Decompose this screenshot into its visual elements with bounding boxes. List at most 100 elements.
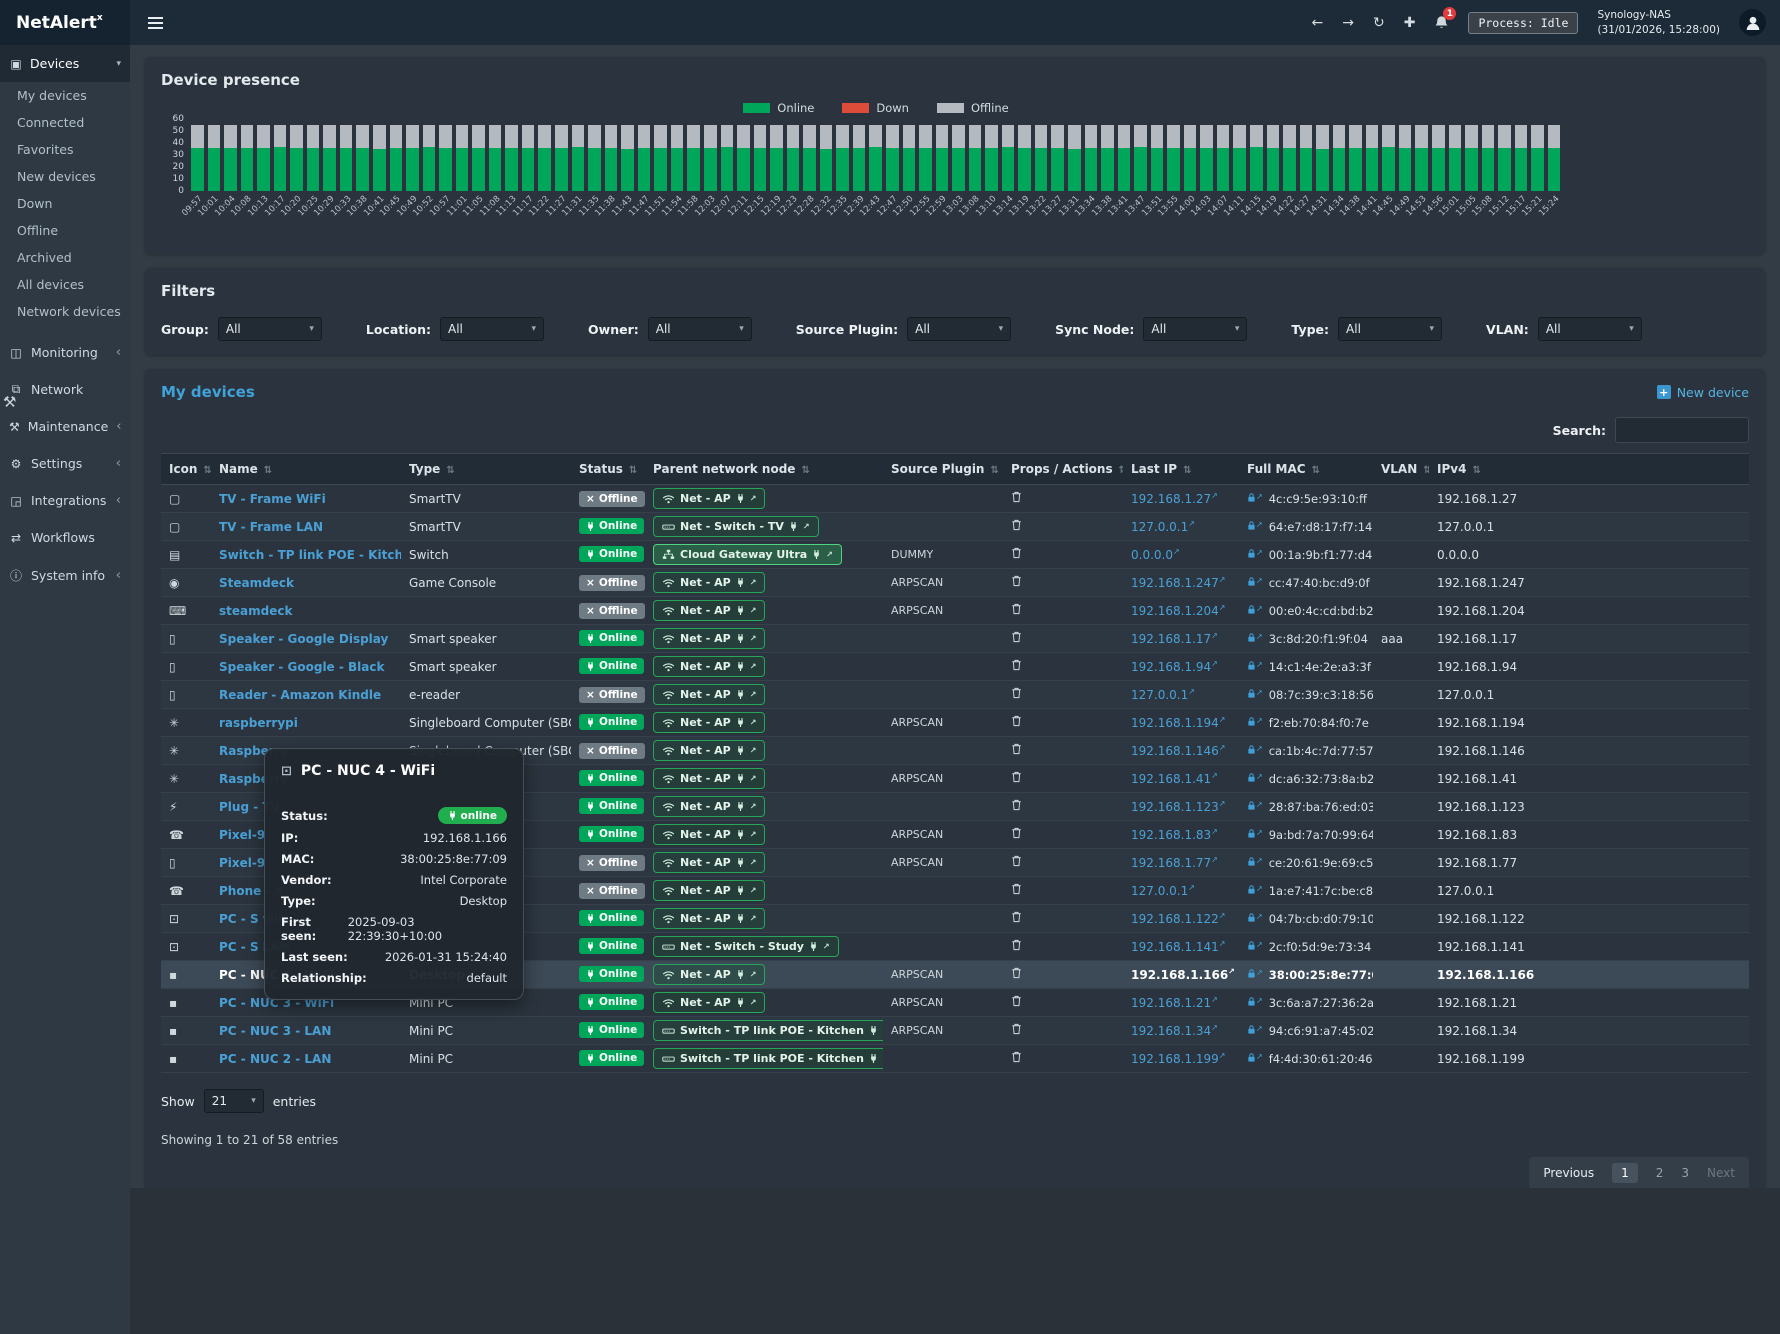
chart-bar[interactable] <box>1399 119 1412 191</box>
device-row[interactable]: ▢ TV - Frame LAN SmartTV Online Net - Sw… <box>161 513 1749 541</box>
chart-bar[interactable] <box>1250 119 1263 191</box>
chart-bar[interactable] <box>853 119 866 191</box>
column-header-icon[interactable]: Icon⇅ <box>161 454 211 485</box>
device-name-link[interactable]: Speaker - Google - Black <box>219 660 385 674</box>
chart-bar[interactable] <box>1068 119 1081 191</box>
pagination-next[interactable]: Next <box>1707 1166 1735 1180</box>
pagination-previous[interactable]: Previous <box>1543 1166 1594 1180</box>
device-row[interactable]: ▪ PC - NUC 3 - LAN Mini PC Online Switch… <box>161 1017 1749 1045</box>
lock-icon[interactable]: ↗ <box>1247 632 1263 643</box>
sidebar-item-offline[interactable]: Offline <box>0 217 130 244</box>
lock-icon[interactable]: ↗ <box>1247 716 1263 727</box>
chart-bar[interactable] <box>1415 119 1428 191</box>
lock-icon[interactable]: ↗ <box>1247 856 1263 867</box>
device-name-link[interactable]: PC - NUC 2 - LAN <box>219 1052 331 1066</box>
delete-device-icon[interactable] <box>1011 883 1022 895</box>
chart-bar[interactable] <box>1002 119 1015 191</box>
delete-device-icon[interactable] <box>1011 603 1022 615</box>
last-ip-link[interactable]: 192.168.1.166↗ <box>1131 968 1235 982</box>
sidebar-item-workflows[interactable]: ⇄ Workflows <box>0 519 130 556</box>
delete-device-icon[interactable] <box>1011 519 1022 531</box>
pagination-page-2[interactable]: 2 <box>1656 1166 1664 1180</box>
last-ip-link[interactable]: 127.0.0.1↗ <box>1131 688 1195 702</box>
chart-bar[interactable] <box>1316 119 1329 191</box>
chart-bar[interactable] <box>191 119 204 191</box>
sidebar-item-devices[interactable]: ▣ Devices ▾ <box>0 45 130 82</box>
chart-bar[interactable] <box>638 119 651 191</box>
pagination-page-3[interactable]: 3 <box>1681 1166 1689 1180</box>
column-header-status[interactable]: Status⇅ <box>571 454 645 485</box>
column-header-full-mac[interactable]: Full MAC⇅ <box>1239 454 1373 485</box>
chart-bar[interactable] <box>1217 119 1230 191</box>
parent-node-button[interactable]: Net - AP ↗ <box>653 880 765 900</box>
lock-icon[interactable]: ↗ <box>1247 548 1263 559</box>
chart-bar[interactable] <box>356 119 369 191</box>
chart-bar[interactable] <box>1300 119 1313 191</box>
chart-bar[interactable] <box>985 119 998 191</box>
chart-bar[interactable] <box>1349 119 1362 191</box>
nav-forward-icon[interactable]: → <box>1342 15 1354 31</box>
app-logo[interactable]: NetAlertx <box>0 0 130 45</box>
delete-device-icon[interactable] <box>1011 1051 1022 1063</box>
chart-bar[interactable] <box>1018 119 1031 191</box>
last-ip-link[interactable]: 192.168.1.146↗ <box>1131 744 1226 758</box>
chart-bar[interactable] <box>307 119 320 191</box>
chart-bar[interactable] <box>1333 119 1346 191</box>
lock-icon[interactable]: ↗ <box>1247 604 1263 615</box>
parent-node-button[interactable]: Net - AP ↗ <box>653 964 765 984</box>
device-row[interactable]: ▢ TV - Frame WiFi SmartTV ×Offline Net -… <box>161 485 1749 513</box>
delete-device-icon[interactable] <box>1011 799 1022 811</box>
column-header-props-actions[interactable]: Props / Actions⇅ <box>1003 454 1123 485</box>
sidebar-item-system-info[interactable]: ⓘ System info ‹ <box>0 556 130 595</box>
chart-bar[interactable] <box>572 119 585 191</box>
device-name-link[interactable]: Switch - TP link POE - Kitchen <box>219 548 401 562</box>
device-row[interactable]: ◉ Steamdeck Game Console ×Offline Net - … <box>161 569 1749 597</box>
chart-bar[interactable] <box>787 119 800 191</box>
last-ip-link[interactable]: 192.168.1.199↗ <box>1131 1052 1226 1066</box>
lock-icon[interactable]: ↗ <box>1247 520 1263 531</box>
delete-device-icon[interactable] <box>1011 547 1022 559</box>
delete-device-icon[interactable] <box>1011 827 1022 839</box>
last-ip-link[interactable]: 192.168.1.204↗ <box>1131 604 1226 618</box>
chart-bar[interactable] <box>869 119 882 191</box>
chart-bar[interactable] <box>1051 119 1064 191</box>
chart-bar[interactable] <box>969 119 982 191</box>
delete-device-icon[interactable] <box>1011 911 1022 923</box>
chart-bar[interactable] <box>522 119 535 191</box>
parent-node-button[interactable]: Cloud Gateway Ultra ↗ <box>653 544 842 564</box>
chart-bar[interactable] <box>1498 119 1511 191</box>
chart-bar[interactable] <box>1151 119 1164 191</box>
last-ip-link[interactable]: 192.168.1.123↗ <box>1131 800 1226 814</box>
delete-device-icon[interactable] <box>1011 659 1022 671</box>
chart-bar[interactable] <box>836 119 849 191</box>
chart-bar[interactable] <box>1432 119 1445 191</box>
sidebar-item-monitoring[interactable]: ◫ Monitoring ‹ <box>0 334 130 371</box>
chart-bar[interactable] <box>721 119 734 191</box>
parent-node-button[interactable]: Net - AP ↗ <box>653 992 765 1012</box>
parent-node-button[interactable]: Net - Switch - TV ↗ <box>653 516 819 536</box>
chart-bar[interactable] <box>439 119 452 191</box>
notifications-bell-icon[interactable]: 1 <box>1434 15 1449 30</box>
column-header-vlan[interactable]: VLAN⇅ <box>1373 454 1429 485</box>
sidebar-item-archived[interactable]: Archived <box>0 244 130 271</box>
last-ip-link[interactable]: 192.168.1.141↗ <box>1131 940 1226 954</box>
delete-device-icon[interactable] <box>1011 491 1022 503</box>
sidebar-item-my-devices[interactable]: My devices <box>0 82 130 109</box>
avatar[interactable] <box>1739 9 1766 36</box>
sidebar-item-new-devices[interactable]: New devices <box>0 163 130 190</box>
chart-bar[interactable] <box>605 119 618 191</box>
parent-node-button[interactable]: Net - AP ↗ <box>653 852 765 872</box>
last-ip-link[interactable]: 192.168.1.34↗ <box>1131 1024 1218 1038</box>
parent-node-button[interactable]: Net - AP ↗ <box>653 656 765 676</box>
chart-bar[interactable] <box>472 119 485 191</box>
lock-icon[interactable]: ↗ <box>1247 800 1263 811</box>
device-name-link[interactable]: TV - Frame LAN <box>219 520 323 534</box>
device-name-link[interactable]: Pixel-9 <box>219 828 265 842</box>
floating-wrench-icon[interactable]: ⚒ <box>3 393 16 411</box>
search-input[interactable] <box>1615 417 1749 443</box>
chart-bar[interactable] <box>257 119 270 191</box>
last-ip-link[interactable]: 192.168.1.247↗ <box>1131 576 1226 590</box>
filter-select-location[interactable]: All ▾ <box>440 317 544 341</box>
chart-bar[interactable] <box>952 119 965 191</box>
lock-icon[interactable]: ↗ <box>1247 772 1263 783</box>
